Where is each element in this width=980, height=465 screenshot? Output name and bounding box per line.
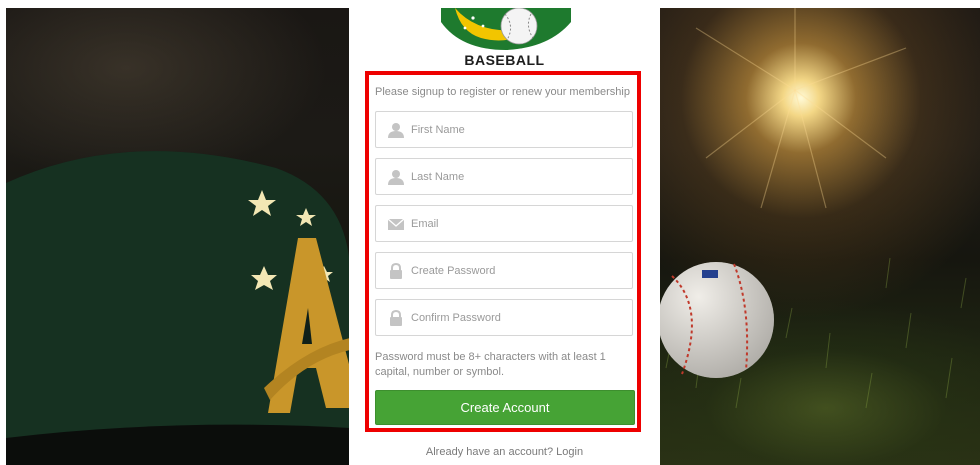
login-link[interactable]: Already have an account? Login <box>349 446 660 458</box>
user-icon <box>388 170 404 185</box>
create-account-button[interactable]: Create Account <box>375 390 635 425</box>
envelope-icon <box>388 218 404 230</box>
email-field[interactable] <box>375 205 633 242</box>
password-hint: Password must be 8+ characters with at l… <box>375 351 606 378</box>
last-name-field[interactable] <box>375 158 633 195</box>
last-name-input[interactable] <box>411 159 626 194</box>
lock-icon <box>390 263 402 279</box>
create-password-field[interactable] <box>375 252 633 289</box>
signup-intro-text: Please signup to register or renew your … <box>375 86 630 98</box>
user-icon <box>388 123 404 138</box>
lock-icon <box>390 310 402 326</box>
create-password-input[interactable] <box>411 253 626 288</box>
brand-name: BASEBALL <box>464 52 545 68</box>
first-name-field[interactable] <box>375 111 633 148</box>
confirm-password-field[interactable] <box>375 299 633 336</box>
first-name-input[interactable] <box>411 112 626 147</box>
confirm-password-input[interactable] <box>411 300 626 335</box>
email-input[interactable] <box>411 206 626 241</box>
